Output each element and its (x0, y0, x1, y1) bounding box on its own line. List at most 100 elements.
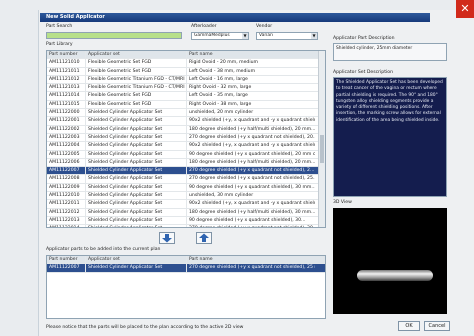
part-description-text: Shielded cylinder, 25mm diameter (336, 46, 413, 51)
cell-part-name: 270 degree shielded (+y x quadrant not s… (189, 134, 315, 140)
table-row[interactable]: AM11121011 Flexible Geometric Set FGD Left… (47, 67, 325, 76)
cell-applicator-set: Flexible Geometric Titanium FGD - CT/MRI (86, 84, 187, 92)
afterloader-label: Afterloader (191, 24, 217, 29)
cell-part-number: AM11122003 (47, 133, 86, 142)
table-row[interactable]: AM11121013 Flexible Geometric Titanium FG… (47, 84, 325, 93)
table-row[interactable]: AM11122008 Shielded Cylinder Applicator S… (47, 175, 325, 184)
part-description-label: Applicator Part Description (333, 36, 395, 41)
table-row[interactable]: AM11121014 Flexible Geometric Set FGD Left… (47, 92, 325, 101)
part-search-input[interactable] (46, 32, 182, 39)
scrollbar-thumb[interactable] (320, 135, 324, 163)
table-row[interactable]: AM11122000 Shielded Cylinder Applicator S… (47, 109, 325, 118)
cell-part-name: 270 degree shielded (+y x quadrant not s… (189, 265, 315, 271)
cell-part-number: AM11122013 (47, 216, 86, 225)
table-row[interactable]: AM11122009 Shielded Cylinder Applicator S… (47, 183, 325, 193)
cell-applicator-set: Flexible Geometric Set FGD (86, 100, 187, 109)
cell-applicator-set: Shielded Cylinder Applicator Set (86, 192, 187, 200)
table-body: AM11121010 Flexible Geometric Set FGD Rigi… (47, 59, 325, 227)
table-row[interactable]: AM11122007 Shielded Cylinder Applicator S… (47, 167, 325, 176)
table-row[interactable]: AM11122004 Shielded Cylinder Applicator S… (47, 142, 325, 151)
cell-part-name: 270 degree shielded (+y x quadrant not s… (189, 176, 315, 182)
table-row[interactable]: AM11122013 Shielded Cylinder Applicator S… (47, 216, 325, 226)
cell-applicator-set: Flexible Geometric Set FGD (86, 59, 187, 67)
table-row[interactable]: AM11122005 Shielded Cylinder Applicator S… (47, 150, 325, 159)
dialog: Part Search Afterloader GammaMedplus ▼ V… (42, 22, 452, 336)
column-header-part-number[interactable]: Part number (47, 256, 86, 264)
table-row[interactable]: AM11121012 Flexible Geometric Titanium FG… (47, 75, 325, 85)
table-row[interactable]: AM11122001 Shielded Cylinder Applicator S… (47, 117, 325, 126)
table-header: Part number Applicator set Part name (47, 51, 325, 60)
table-row[interactable]: AM11121010 Flexible Geometric Set FGD Rigi… (47, 59, 325, 68)
close-button[interactable]: ✕ (456, 0, 474, 18)
window-title: New Solid Applicator (40, 13, 430, 22)
view-label: 3D View (333, 200, 352, 205)
cell-part-number: AM11122005 (47, 150, 86, 158)
column-header-part-number[interactable]: Part number (47, 51, 86, 59)
set-description-text: The Shielded Applicator Set has been dev… (336, 80, 443, 123)
part-library-table[interactable]: Part number Applicator set Part name AM1… (46, 50, 326, 228)
cell-part-name: unshielded, 20 mm cylinder (189, 110, 254, 116)
cancel-button[interactable]: Cancel (424, 321, 450, 331)
cell-applicator-set: Shielded Cylinder Applicator Set (86, 200, 187, 208)
library-scrollbar[interactable] (318, 51, 325, 227)
table-row[interactable]: AM11122012 Shielded Cylinder Applicator S… (47, 208, 325, 217)
cell-part-number: AM11122004 (47, 142, 86, 150)
cell-part-number: AM11122007 (47, 167, 86, 175)
cell-applicator-set: Shielded Cylinder Applicator Set (86, 167, 187, 175)
cell-applicator-set: Flexible Geometric Set FGD (86, 67, 187, 75)
table-row[interactable]: AM11122011 Shielded Cylinder Applicator S… (47, 200, 325, 209)
cell-part-number: AM11121015 (47, 100, 86, 109)
cell-applicator-set: Flexible Geometric Set FGD (86, 92, 187, 100)
cell-part-name: 270 degree shielded (+y x quadrant not s… (187, 225, 315, 227)
cell-part-number: AM11122014 (47, 225, 86, 227)
column-header-part-name[interactable]: Part name (187, 256, 315, 263)
cell-part-number: AM11122011 (47, 200, 86, 208)
remove-from-plan-button[interactable] (196, 232, 212, 244)
cell-part-number: AM11121010 (47, 59, 86, 67)
cell-part-number: AM11122010 (47, 192, 86, 200)
cell-part-name: Right Ovoid - 38 mm, large (189, 101, 252, 107)
cell-part-name: 180 degree shielded (+y half/multi shiel… (189, 209, 315, 215)
cell-applicator-set: Flexible Geometric Titanium FGD - CT/MRI (86, 75, 187, 84)
vendor-label: Vendor (256, 24, 273, 29)
cell-part-name: 90 degree shielded (+y x quadrant shield… (189, 217, 306, 223)
cell-applicator-set: Shielded Cylinder Applicator Set (86, 225, 187, 227)
cell-part-number: AM11122006 (47, 158, 86, 167)
cell-part-name: 90x2 shielded (+y, x quadrant and -y x q… (189, 143, 315, 149)
add-to-plan-button[interactable] (159, 232, 175, 244)
table-row[interactable]: AM11122010 Shielded Cylinder Applicator S… (47, 192, 325, 201)
cell-part-name: 90x2 shielded (+y, x quadrant and -y x q… (189, 118, 315, 124)
cell-part-name: unshielded, 30 mm cylinder (189, 193, 254, 199)
set-description-label: Applicator Set Description (333, 70, 393, 75)
set-description-box: The Shielded Applicator Set has been dev… (333, 77, 447, 197)
cell-part-name: 90 degree shielded (+y x quadrant shield… (189, 184, 315, 190)
column-header-applicator-set[interactable]: Applicator set (86, 51, 187, 59)
arrow-down-icon (162, 234, 172, 243)
cell-part-name: Left Ovoid - 35 mm, large (189, 93, 248, 99)
table-header: Part number Applicator set Part name (47, 256, 325, 265)
vendor-select[interactable]: Varian ▼ (256, 32, 318, 40)
table-row[interactable]: AM11122006 Shielded Cylinder Applicator S… (47, 158, 325, 168)
chevron-down-icon: ▼ (311, 33, 317, 39)
afterloader-select[interactable]: GammaMedplus ▼ (191, 32, 249, 40)
table-row[interactable]: AM11122002 Shielded Cylinder Applicator S… (47, 125, 325, 134)
cell-applicator-set: Shielded Cylinder Applicator Set (86, 264, 187, 272)
part-description-box: Shielded cylinder, 25mm diameter (333, 43, 447, 61)
selected-parts-table[interactable]: Part number Applicator set Part name AM1… (46, 255, 326, 319)
selected-parts-label: Applicator parts to be added into the cu… (46, 247, 161, 252)
cell-part-name: 180 degree shielded (+y half/multi shiel… (189, 126, 315, 132)
cell-part-number: AM11121011 (47, 67, 86, 75)
table-row[interactable]: AM11122014Shielded Cylinder Applicator S… (47, 225, 325, 227)
cell-applicator-set: Shielded Cylinder Applicator Set (86, 158, 187, 167)
ok-button[interactable]: OK (398, 321, 420, 331)
part-search-label: Part Search (46, 24, 73, 29)
table-row[interactable]: AM11122003 Shielded Cylinder Applicator S… (47, 133, 325, 143)
table-row[interactable]: AM11121015 Flexible Geometric Set FGD Righ… (47, 100, 325, 110)
cell-part-number: AM11122012 (47, 208, 86, 216)
3d-view[interactable] (333, 208, 447, 314)
table-row[interactable]: AM11122007 Shielded Cylinder Applicator … (47, 264, 325, 273)
column-header-applicator-set[interactable]: Applicator set (86, 256, 187, 264)
cell-part-number: AM11122002 (47, 125, 86, 133)
column-header-part-name[interactable]: Part name (187, 51, 315, 58)
cell-part-name: Left Ovoid - 16 mm, large (189, 76, 248, 82)
